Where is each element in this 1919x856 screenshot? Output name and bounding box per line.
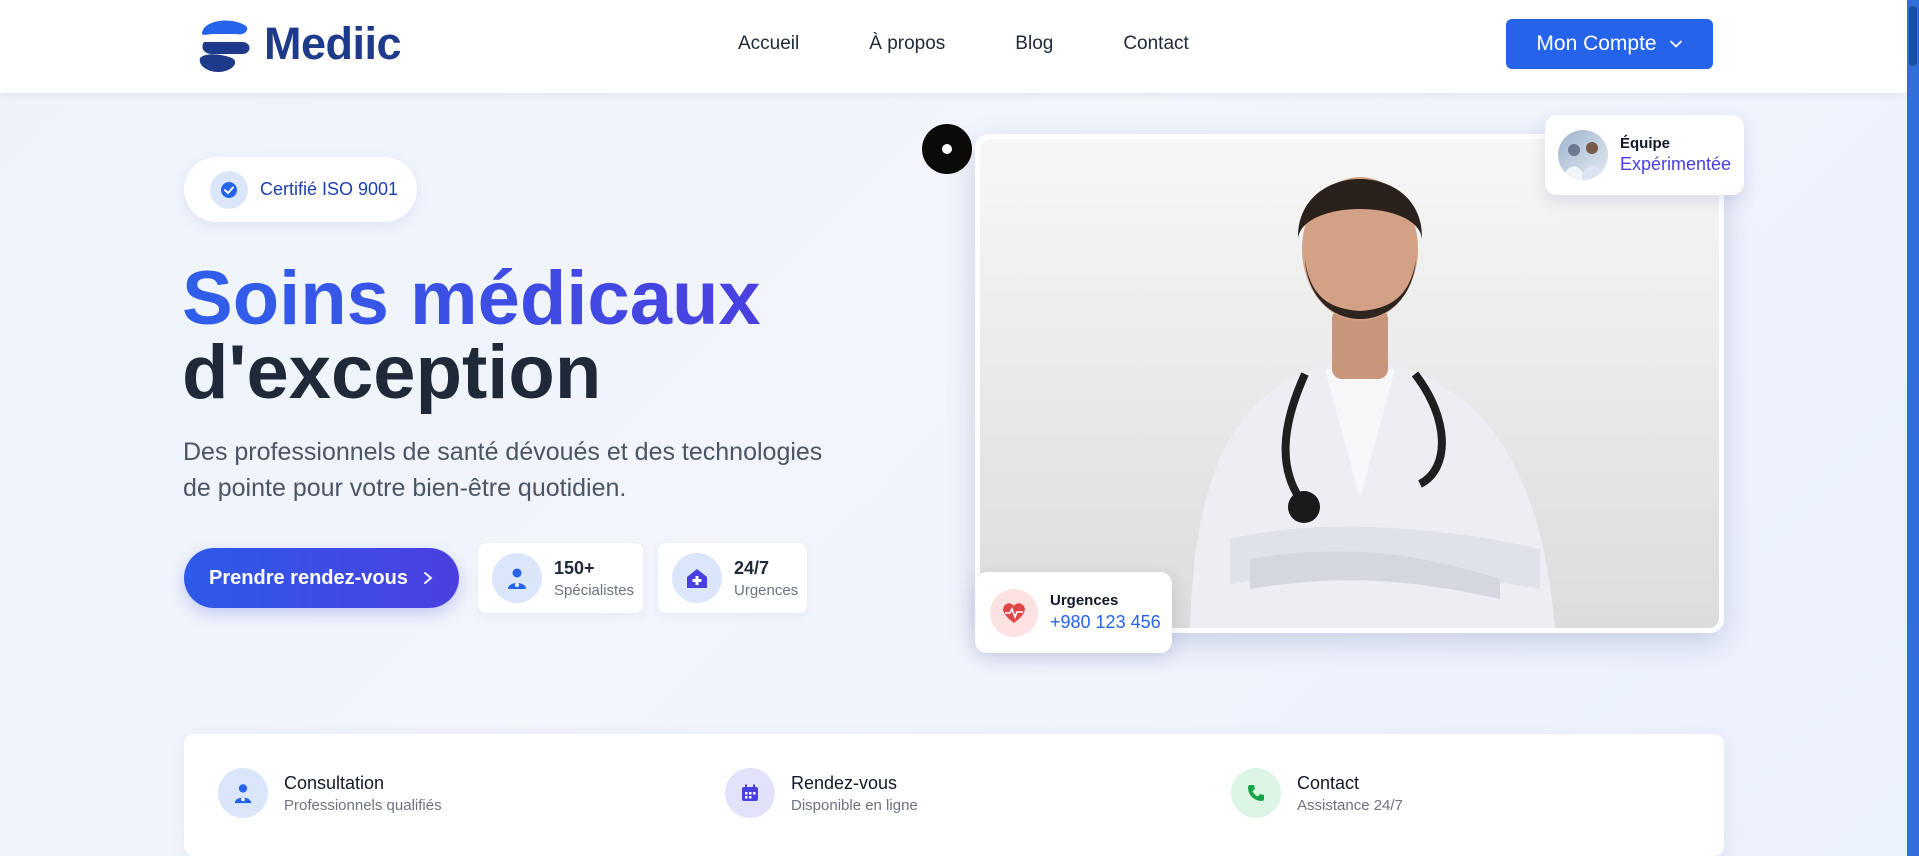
badge-label: Certifié ISO 9001 — [260, 179, 399, 199]
check-circle-icon — [210, 170, 248, 209]
team-avatar — [1558, 130, 1608, 180]
camera-dot-icon — [922, 124, 972, 174]
doctor-icon — [492, 553, 542, 603]
main-nav: Accueil À propos Blog Contact — [738, 33, 1259, 55]
feature-consultation[interactable]: Consultation Professionnels qualifiés — [218, 768, 442, 818]
feature-subtitle: Professionnels qualifiés — [284, 796, 442, 814]
feature-title: Rendez-vous — [791, 772, 898, 793]
brand-logo[interactable]: Mediic — [192, 12, 402, 76]
features-bar: Consultation Professionnels qualifiés Re… — [184, 734, 1724, 856]
scrollbar-thumb[interactable] — [1909, 6, 1917, 66]
mediic-logo-icon — [199, 20, 250, 72]
hero-subtitle: Des professionnels de santé dévoués et d… — [183, 438, 823, 502]
doctor-photo — [980, 139, 1719, 628]
stat-label: Urgences — [734, 581, 799, 599]
page-scrollbar[interactable] — [1907, 0, 1919, 856]
feature-subtitle: Assistance 24/7 — [1297, 796, 1403, 814]
hero-title: Soins médicaux d'exception — [182, 256, 761, 415]
top-navbar: Mediic Accueil À propos Blog Contact Mon… — [0, 0, 1907, 93]
stat-specialists: 150+ Spécialistes — [478, 543, 643, 613]
doctor-photo-frame — [975, 134, 1724, 633]
feature-title: Consultation — [284, 772, 385, 793]
team-card-subtitle: Expérimentée — [1620, 154, 1732, 174]
phone-icon — [1231, 768, 1281, 818]
feature-rendez-vous[interactable]: Rendez-vous Disponible en ligne — [725, 768, 918, 818]
nav-item-blog[interactable]: Blog — [1015, 33, 1053, 55]
heartbeat-icon — [990, 588, 1038, 637]
team-card-title: Équipe — [1620, 135, 1671, 152]
stat-value: 24/7 — [734, 557, 770, 578]
book-appointment-button[interactable]: Prendre rendez-vous — [184, 548, 459, 608]
feature-title: Contact — [1297, 772, 1360, 793]
stat-emergencies: 24/7 Urgences — [658, 543, 807, 613]
feature-contact[interactable]: Contact Assistance 24/7 — [1231, 768, 1403, 818]
calendar-icon — [725, 768, 775, 818]
nav-item-accueil[interactable]: Accueil — [738, 33, 799, 55]
hero-title-line2: d'exception — [182, 330, 602, 415]
emergency-card[interactable]: Urgences +980 123 456 — [975, 572, 1172, 653]
cta-label: Prendre rendez-vous — [209, 566, 408, 589]
account-button-label: Mon Compte — [1536, 32, 1657, 55]
emergency-card-title: Urgences — [1050, 592, 1119, 609]
nav-item-contact[interactable]: Contact — [1123, 33, 1188, 55]
hero-title-line1: Soins médicaux — [182, 256, 761, 341]
chevron-down-icon — [1669, 40, 1682, 48]
team-card: Équipe Expérimentée — [1545, 115, 1744, 195]
chevron-right-icon — [424, 572, 433, 584]
emergency-phone[interactable]: +980 123 456 — [1050, 612, 1161, 633]
nav-item-a-propos[interactable]: À propos — [869, 33, 945, 55]
stat-value: 150+ — [554, 557, 595, 578]
brand-name: Mediic — [264, 18, 402, 69]
iso-certification-badge: Certifié ISO 9001 — [184, 157, 417, 222]
account-button[interactable]: Mon Compte — [1506, 19, 1713, 69]
hospital-icon — [672, 553, 722, 603]
stat-label: Spécialistes — [554, 581, 635, 599]
feature-subtitle: Disponible en ligne — [791, 796, 918, 814]
doctor-icon — [218, 768, 268, 818]
